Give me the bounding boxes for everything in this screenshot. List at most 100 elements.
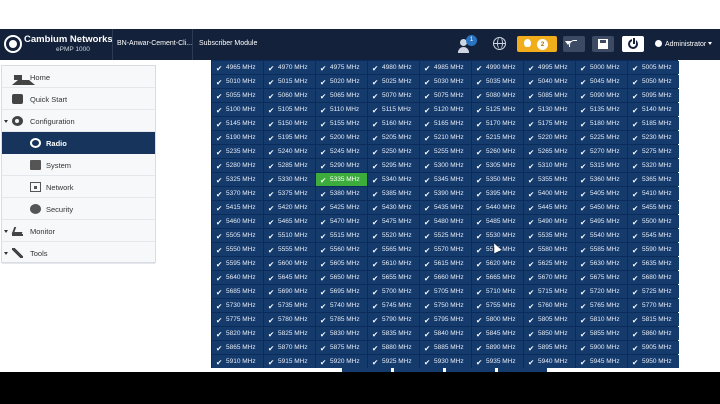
frequency-option-5480[interactable]: ✔ 5480 MHz [420, 215, 471, 228]
sidebar-item-configuration[interactable]: Configuration [2, 110, 155, 132]
frequency-option-5255[interactable]: ✔ 5255 MHz [420, 145, 471, 158]
frequency-option-5460[interactable]: ✔ 5460 MHz [212, 215, 263, 228]
reboot-button[interactable] [622, 36, 644, 52]
frequency-option-5015[interactable]: ✔ 5015 MHz [264, 75, 315, 88]
frequency-option-5525[interactable]: ✔ 5525 MHz [420, 229, 471, 242]
frequency-option-5870[interactable]: ✔ 5870 MHz [264, 341, 315, 354]
frequency-option-5755[interactable]: ✔ 5755 MHz [472, 299, 523, 312]
alerts-button[interactable]: 2 [517, 36, 557, 52]
sidebar-item-radio[interactable]: Radio [2, 132, 155, 154]
frequency-option-5615[interactable]: ✔ 5615 MHz [420, 257, 471, 270]
frequency-option-5125[interactable]: ✔ 5125 MHz [472, 103, 523, 116]
frequency-option-5195[interactable]: ✔ 5195 MHz [264, 131, 315, 144]
frequency-option-5390[interactable]: ✔ 5390 MHz [420, 187, 471, 200]
frequency-option-5545[interactable]: ✔ 5545 MHz [628, 229, 679, 242]
frequency-option-5115[interactable]: ✔ 5115 MHz [368, 103, 419, 116]
frequency-option-5775[interactable]: ✔ 5775 MHz [212, 313, 263, 326]
frequency-option-5315[interactable]: ✔ 5315 MHz [576, 159, 627, 172]
frequency-option-5435[interactable]: ✔ 5435 MHz [420, 201, 471, 214]
frequency-option-5805[interactable]: ✔ 5805 MHz [524, 313, 575, 326]
frequency-option-5560[interactable]: ✔ 5560 MHz [316, 243, 367, 256]
sidebar-item-quick-start[interactable]: Quick Start [2, 88, 155, 110]
save-button[interactable] [592, 36, 614, 52]
frequency-option-5940[interactable]: ✔ 5940 MHz [524, 355, 575, 368]
frequency-option-5465[interactable]: ✔ 5465 MHz [264, 215, 315, 228]
frequency-option-5360[interactable]: ✔ 5360 MHz [576, 173, 627, 186]
frequency-option-5230[interactable]: ✔ 5230 MHz [628, 131, 679, 144]
frequency-option-5005[interactable]: ✔ 5005 MHz [628, 61, 679, 74]
frequency-option-5225[interactable]: ✔ 5225 MHz [576, 131, 627, 144]
frequency-option-5750[interactable]: ✔ 5750 MHz [420, 299, 471, 312]
frequency-option-5770[interactable]: ✔ 5770 MHz [628, 299, 679, 312]
frequency-option-5305[interactable]: ✔ 5305 MHz [472, 159, 523, 172]
frequency-option-5540[interactable]: ✔ 5540 MHz [576, 229, 627, 242]
frequency-option-5860[interactable]: ✔ 5860 MHz [628, 327, 679, 340]
frequency-option-5485[interactable]: ✔ 5485 MHz [472, 215, 523, 228]
frequency-option-5865[interactable]: ✔ 5865 MHz [212, 341, 263, 354]
frequency-option-5915[interactable]: ✔ 5915 MHz [264, 355, 315, 368]
frequency-option-5145[interactable]: ✔ 5145 MHz [212, 117, 263, 130]
frequency-option-5310[interactable]: ✔ 5310 MHz [524, 159, 575, 172]
frequency-option-5800[interactable]: ✔ 5800 MHz [472, 313, 523, 326]
frequency-option-5350[interactable]: ✔ 5350 MHz [472, 173, 523, 186]
frequency-option-5925[interactable]: ✔ 5925 MHz [368, 355, 419, 368]
frequency-option-5845[interactable]: ✔ 5845 MHz [472, 327, 523, 340]
frequency-option-5000[interactable]: ✔ 5000 MHz [576, 61, 627, 74]
frequency-option-5165[interactable]: ✔ 5165 MHz [420, 117, 471, 130]
connected-users-button[interactable]: 1 [456, 35, 478, 55]
frequency-option-5730[interactable]: ✔ 5730 MHz [212, 299, 263, 312]
frequency-option-5675[interactable]: ✔ 5675 MHz [576, 271, 627, 284]
frequency-option-5520[interactable]: ✔ 5520 MHz [368, 229, 419, 242]
globe-icon[interactable] [493, 37, 506, 50]
frequency-option-5695[interactable]: ✔ 5695 MHz [316, 285, 367, 298]
frequency-option-5570[interactable]: ✔ 5570 MHz [420, 243, 471, 256]
frequency-option-5280[interactable]: ✔ 5280 MHz [212, 159, 263, 172]
frequency-option-5640[interactable]: ✔ 5640 MHz [212, 271, 263, 284]
frequency-option-5605[interactable]: ✔ 5605 MHz [316, 257, 367, 270]
frequency-option-5740[interactable]: ✔ 5740 MHz [316, 299, 367, 312]
frequency-option-5340[interactable]: ✔ 5340 MHz [368, 173, 419, 186]
frequency-option-4990[interactable]: ✔ 4990 MHz [472, 61, 523, 74]
frequency-option-5085[interactable]: ✔ 5085 MHz [524, 89, 575, 102]
frequency-option-5090[interactable]: ✔ 5090 MHz [576, 89, 627, 102]
frequency-option-5780[interactable]: ✔ 5780 MHz [264, 313, 315, 326]
frequency-option-5335[interactable]: ✔ 5335 MHz [316, 173, 367, 186]
frequency-option-5070[interactable]: ✔ 5070 MHz [368, 89, 419, 102]
frequency-option-5670[interactable]: ✔ 5670 MHz [524, 271, 575, 284]
frequency-option-5025[interactable]: ✔ 5025 MHz [368, 75, 419, 88]
frequency-option-5300[interactable]: ✔ 5300 MHz [420, 159, 471, 172]
frequency-option-5680[interactable]: ✔ 5680 MHz [628, 271, 679, 284]
frequency-option-5850[interactable]: ✔ 5850 MHz [524, 327, 575, 340]
frequency-option-5285[interactable]: ✔ 5285 MHz [264, 159, 315, 172]
frequency-option-5080[interactable]: ✔ 5080 MHz [472, 89, 523, 102]
frequency-option-4975[interactable]: ✔ 4975 MHz [316, 61, 367, 74]
frequency-option-5500[interactable]: ✔ 5500 MHz [628, 215, 679, 228]
frequency-option-5180[interactable]: ✔ 5180 MHz [576, 117, 627, 130]
frequency-option-5635[interactable]: ✔ 5635 MHz [628, 257, 679, 270]
frequency-option-5245[interactable]: ✔ 5245 MHz [316, 145, 367, 158]
frequency-option-5235[interactable]: ✔ 5235 MHz [212, 145, 263, 158]
cambium-logo[interactable]: Cambium Networks ePMP 1000 [4, 32, 113, 58]
frequency-option-5035[interactable]: ✔ 5035 MHz [472, 75, 523, 88]
frequency-option-5895[interactable]: ✔ 5895 MHz [524, 341, 575, 354]
frequency-option-5405[interactable]: ✔ 5405 MHz [576, 187, 627, 200]
frequency-option-5875[interactable]: ✔ 5875 MHz [316, 341, 367, 354]
frequency-option-5215[interactable]: ✔ 5215 MHz [472, 131, 523, 144]
frequency-option-5200[interactable]: ✔ 5200 MHz [316, 131, 367, 144]
frequency-option-5425[interactable]: ✔ 5425 MHz [316, 201, 367, 214]
frequency-option-5490[interactable]: ✔ 5490 MHz [524, 215, 575, 228]
frequency-option-5410[interactable]: ✔ 5410 MHz [628, 187, 679, 200]
frequency-option-5580[interactable]: ✔ 5580 MHz [524, 243, 575, 256]
frequency-option-5325[interactable]: ✔ 5325 MHz [212, 173, 263, 186]
frequency-option-4995[interactable]: ✔ 4995 MHz [524, 61, 575, 74]
frequency-option-5585[interactable]: ✔ 5585 MHz [576, 243, 627, 256]
frequency-option-5835[interactable]: ✔ 5835 MHz [368, 327, 419, 340]
frequency-option-5275[interactable]: ✔ 5275 MHz [628, 145, 679, 158]
frequency-option-5590[interactable]: ✔ 5590 MHz [628, 243, 679, 256]
frequency-option-5010[interactable]: ✔ 5010 MHz [212, 75, 263, 88]
frequency-option-5830[interactable]: ✔ 5830 MHz [316, 327, 367, 340]
frequency-option-5745[interactable]: ✔ 5745 MHz [368, 299, 419, 312]
frequency-option-5685[interactable]: ✔ 5685 MHz [212, 285, 263, 298]
frequency-option-5185[interactable]: ✔ 5185 MHz [628, 117, 679, 130]
frequency-option-5765[interactable]: ✔ 5765 MHz [576, 299, 627, 312]
